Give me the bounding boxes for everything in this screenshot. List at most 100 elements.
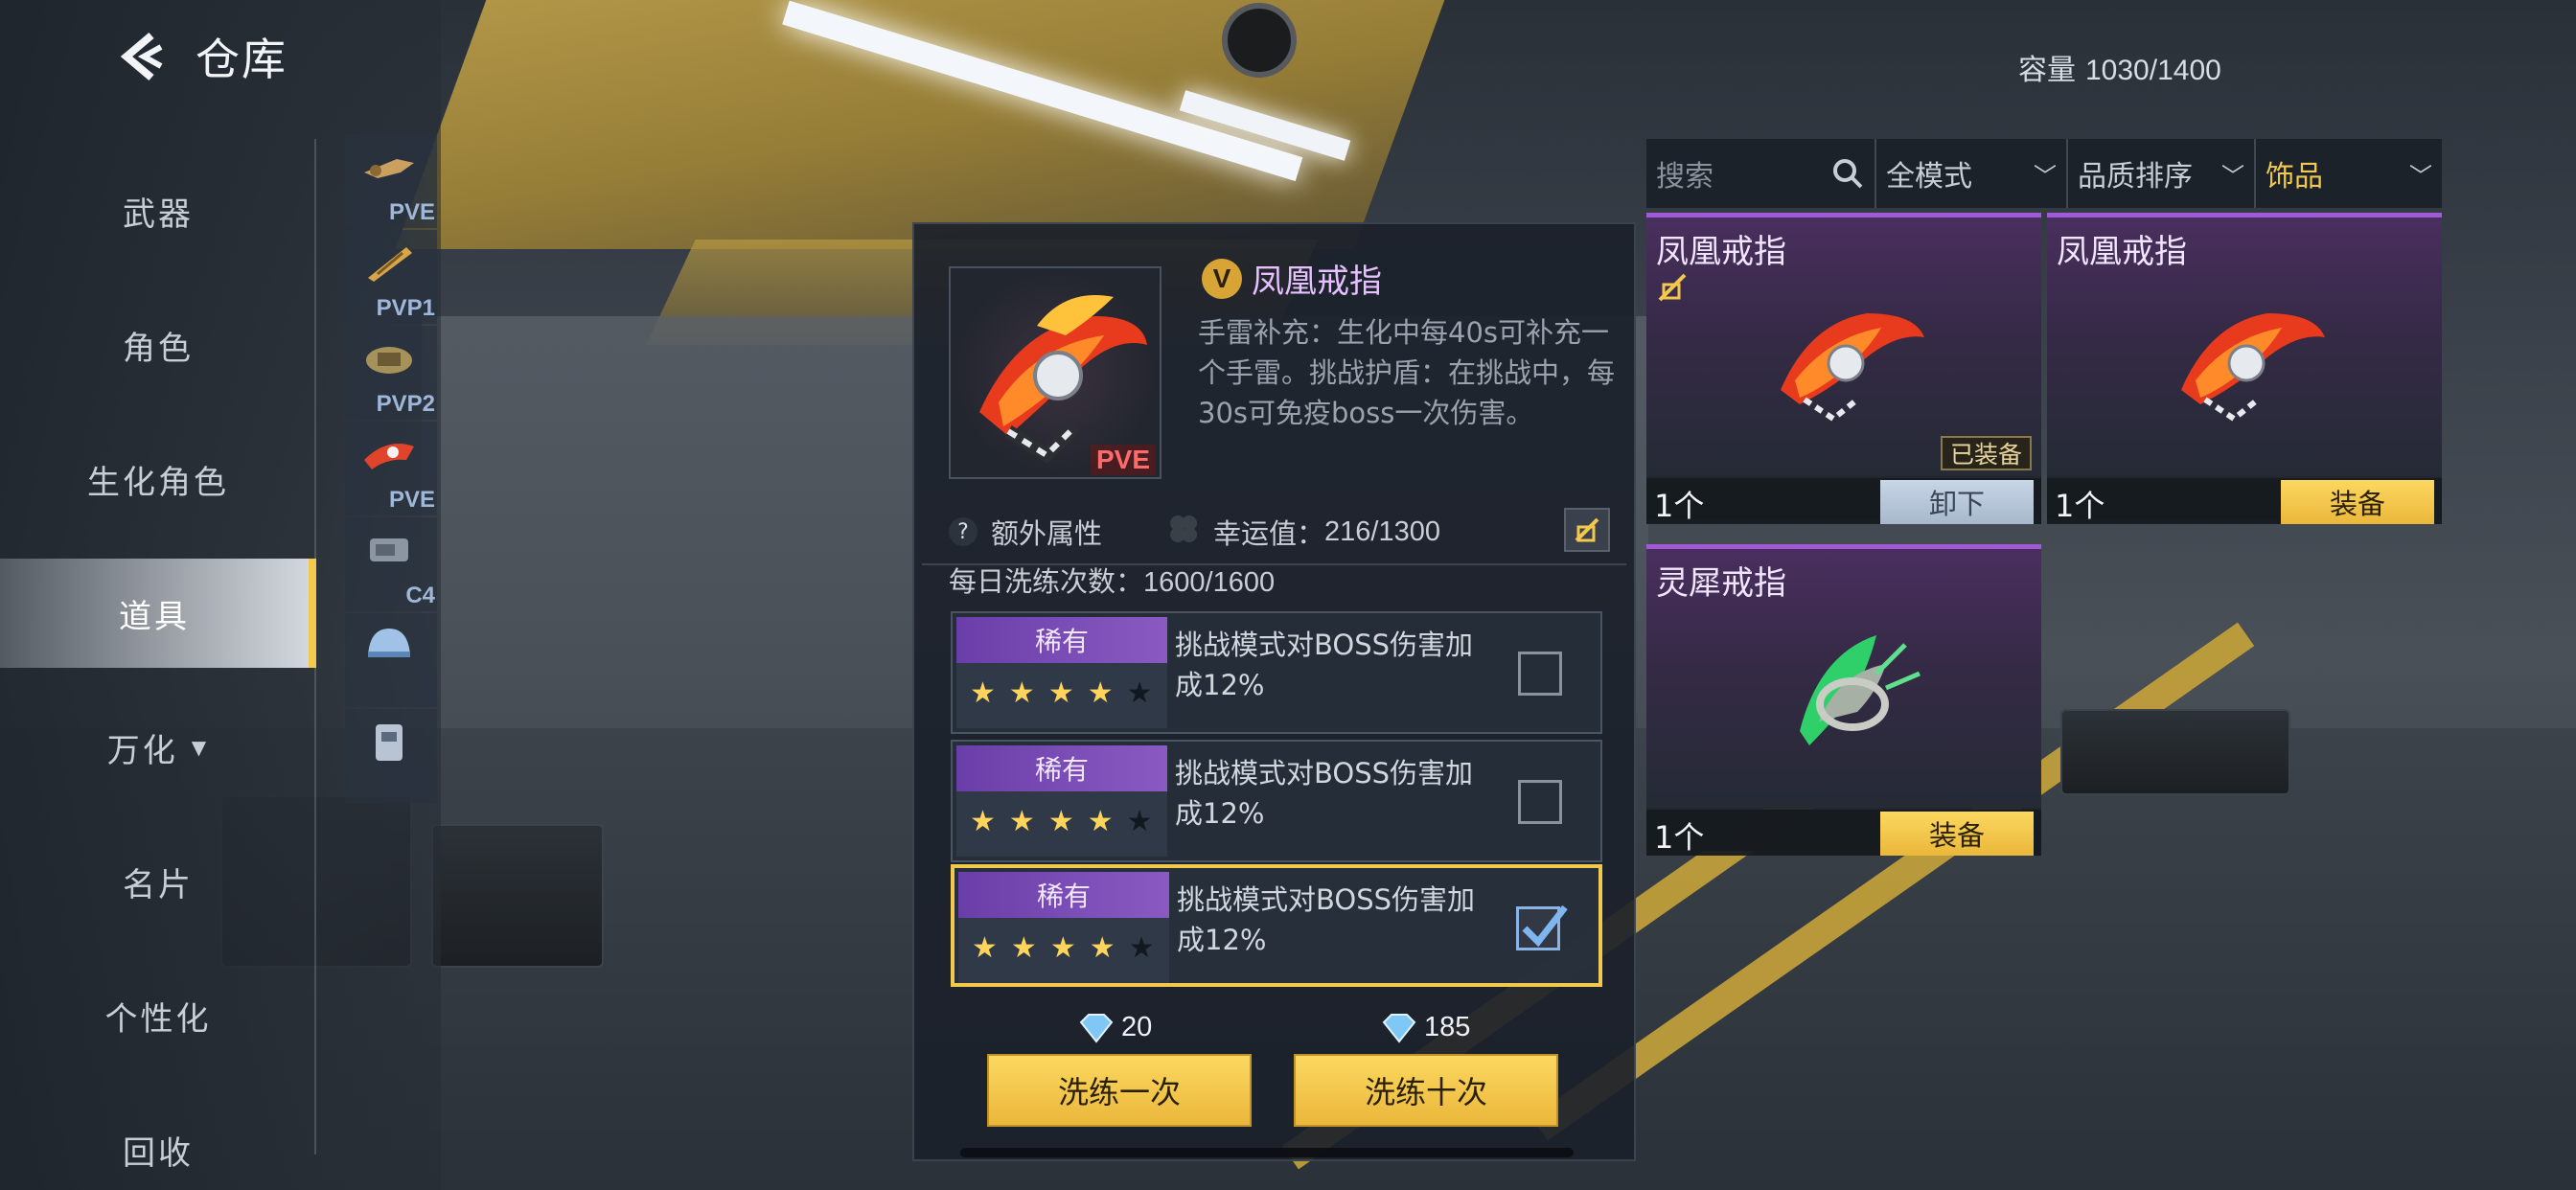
nav-item-cards[interactable]: 名片 bbox=[0, 814, 316, 949]
nav-item-characters[interactable]: 角色 bbox=[0, 278, 316, 412]
armor-icon bbox=[366, 347, 412, 374]
refine-option[interactable]: 稀有 ★ ★ ★ ★ ★ 挑战模式对BOSS伤害加成12% bbox=[951, 611, 1602, 734]
inventory-card[interactable]: 凤凰戒指 1个 装备 bbox=[2047, 213, 2442, 524]
nav-label: 道具 bbox=[119, 597, 190, 636]
chevron-down-icon: ﹀ bbox=[2034, 162, 2057, 190]
refine-once-cost: 20 bbox=[1077, 1012, 1152, 1043]
inventory-card[interactable]: 凤凰戒指 已装备 1个 卸下 bbox=[1646, 213, 2041, 524]
filter-tag: PVP1 bbox=[376, 295, 435, 321]
filter-tag: PVP2 bbox=[376, 391, 435, 417]
unequip-button[interactable]: 卸下 bbox=[1880, 480, 2034, 524]
filter-tag: PVE bbox=[388, 487, 435, 513]
back-arrow-icon[interactable] bbox=[115, 30, 169, 83]
chevron-down-icon: ﹀ bbox=[2221, 162, 2244, 190]
filter-pvp2[interactable]: PVP2 bbox=[345, 326, 437, 420]
option-text: 挑战模式对BOSS伤害加成12% bbox=[1175, 757, 1474, 830]
filter-pve-weapon[interactable]: PVE bbox=[345, 134, 437, 228]
card-footer: 1个 卸下 bbox=[1646, 478, 2041, 524]
c4-icon bbox=[370, 538, 408, 561]
rarity-label: 稀有 bbox=[956, 617, 1167, 663]
nav-item-personalize[interactable]: 个性化 bbox=[0, 949, 316, 1083]
rarity-box: 稀有 ★ ★ ★ ★ ★ bbox=[956, 617, 1167, 728]
category-nav: 武器 角色 生化角色 道具 万化 ▼ 名片 个性化 回收 bbox=[0, 144, 316, 1190]
scrollbar[interactable] bbox=[960, 1148, 1574, 1157]
star-icon: ★ bbox=[972, 931, 998, 965]
vip-badge-icon: V bbox=[1202, 258, 1242, 299]
inventory-card[interactable]: 灵犀戒指 1个 装备 bbox=[1646, 544, 2041, 856]
phoenix-ring-icon bbox=[2181, 313, 2325, 423]
refine-ten-button[interactable]: 洗练十次 bbox=[1294, 1054, 1558, 1127]
capacity-value: 1030/1400 bbox=[2085, 55, 2221, 86]
nav-item-weapons[interactable]: 武器 bbox=[0, 144, 316, 278]
category-value: 饰品 bbox=[2266, 160, 2323, 194]
card-name: 凤凰戒指 bbox=[2057, 233, 2187, 271]
refine-option[interactable]: 稀有 ★ ★ ★ ★ ★ 挑战模式对BOSS伤害加成12% bbox=[951, 740, 1602, 862]
star-icon: ★ bbox=[1047, 805, 1074, 838]
filter-pvp1[interactable]: PVP1 bbox=[345, 230, 437, 324]
filter-helmet[interactable] bbox=[345, 613, 437, 707]
card-footer: 1个 装备 bbox=[1646, 810, 2041, 856]
category-dropdown[interactable]: 饰品 ﹀ bbox=[2256, 139, 2442, 208]
lock-toggle-button[interactable] bbox=[1564, 508, 1610, 552]
equip-button[interactable]: 装备 bbox=[2281, 480, 2434, 524]
option-checkbox-checked[interactable] bbox=[1516, 904, 1568, 950]
option-checkbox[interactable] bbox=[1518, 652, 1562, 696]
item-count: 1个 bbox=[1654, 819, 1705, 856]
nav-label: 角色 bbox=[123, 329, 194, 368]
star-icon: ★ bbox=[1008, 805, 1035, 838]
diamond-icon bbox=[1079, 1013, 1114, 1043]
page-title: 仓库 bbox=[196, 34, 288, 85]
option-text: 挑战模式对BOSS伤害加成12% bbox=[1177, 883, 1476, 956]
capacity-indicator: 容量 1030/1400 bbox=[2018, 46, 2221, 88]
nav-item-zombie-characters[interactable]: 生化角色 bbox=[0, 412, 316, 546]
item-description: 手雷补充：生化中每40s可补充一个手雷。挑战护盾：在挑战中，每30s可免疫bos… bbox=[1198, 316, 1616, 429]
option-checkbox[interactable] bbox=[1518, 780, 1562, 824]
ring-icon bbox=[364, 444, 414, 469]
star-rating: ★ ★ ★ ★ ★ bbox=[956, 791, 1167, 838]
refine-option[interactable]: 稀有 ★ ★ ★ ★ ★ 挑战模式对BOSS伤害加成12% bbox=[951, 864, 1602, 987]
star-icon: ★ bbox=[1126, 805, 1153, 838]
filter-backpack[interactable] bbox=[345, 709, 437, 803]
option-text: 挑战模式对BOSS伤害加成12% bbox=[1175, 629, 1474, 701]
diamond-icon bbox=[1382, 1013, 1416, 1043]
star-rating: ★ ★ ★ ★ ★ bbox=[956, 663, 1167, 710]
sort-dropdown[interactable]: 品质排序 ﹀ bbox=[2068, 139, 2256, 208]
nav-label: 武器 bbox=[123, 195, 194, 234]
chevron-down-icon: ﹀ bbox=[2409, 162, 2432, 190]
grenade-icon bbox=[364, 159, 414, 178]
item-count: 1个 bbox=[1654, 488, 1705, 524]
star-icon: ★ bbox=[970, 805, 996, 838]
star-icon: ★ bbox=[970, 676, 996, 710]
star-icon: ★ bbox=[1087, 805, 1114, 838]
capacity-label: 容量 bbox=[2018, 54, 2076, 87]
filter-c4[interactable]: C4 bbox=[345, 517, 437, 611]
star-icon: ★ bbox=[1047, 676, 1074, 710]
mode-dropdown[interactable]: 全模式 ﹀ bbox=[1876, 139, 2068, 208]
nav-item-recycle[interactable]: 回收 bbox=[0, 1083, 316, 1190]
header: 仓库 bbox=[115, 25, 288, 88]
item-thumbnail: PVE bbox=[949, 266, 1162, 479]
subfilter-column: PVE PVP1 PVP2 PVE C4 bbox=[345, 134, 441, 805]
filter-pve-ring[interactable]: PVE bbox=[345, 422, 437, 515]
star-icon: ★ bbox=[1010, 931, 1037, 965]
card-name: 灵犀戒指 bbox=[1656, 564, 1786, 603]
help-icon[interactable]: ? bbox=[949, 517, 978, 546]
search-icon bbox=[1833, 159, 1863, 189]
nav-label: 生化角色 bbox=[87, 463, 229, 502]
refine-once-button[interactable]: 洗练一次 bbox=[987, 1054, 1252, 1127]
attribute-row: ? 额外属性 幸运值： 216/1300 bbox=[949, 504, 1620, 560]
nav-label: 名片 bbox=[123, 865, 194, 904]
nav-item-items[interactable]: 道具 bbox=[0, 559, 316, 668]
phoenix-ring-icon bbox=[1781, 313, 1924, 423]
rarity-box: 稀有 ★ ★ ★ ★ ★ bbox=[956, 745, 1167, 857]
camera-icon bbox=[1222, 3, 1297, 78]
search-input[interactable]: 搜索 bbox=[1646, 139, 1876, 208]
equip-button[interactable]: 装备 bbox=[1880, 812, 2034, 856]
nav-item-transform[interactable]: 万化 ▼ bbox=[0, 680, 316, 814]
cost-value: 185 bbox=[1424, 1012, 1471, 1042]
rarity-label: 稀有 bbox=[956, 745, 1167, 791]
refine-ten-cost: 185 bbox=[1380, 1012, 1470, 1043]
daily-refine-count: 每日洗练次数：1600/1600 bbox=[949, 560, 1275, 600]
luck-label: 幸运值： bbox=[1213, 517, 1325, 550]
item-title: V 凤凰戒指 bbox=[1202, 255, 1382, 302]
